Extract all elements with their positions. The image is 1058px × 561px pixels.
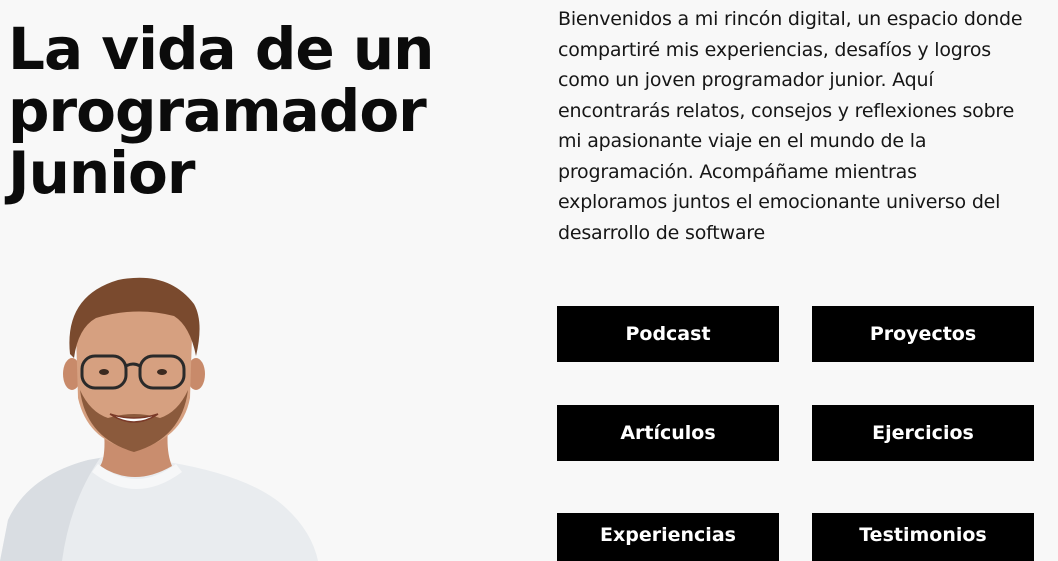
page-title-line-3: Junior — [8, 139, 196, 207]
experiences-button[interactable]: Experiencias — [557, 513, 779, 561]
articles-button[interactable]: Artículos — [557, 405, 779, 461]
exercises-button[interactable]: Ejercicios — [812, 405, 1034, 461]
portrait-photo — [0, 277, 318, 561]
page-title-line-2: programador — [8, 77, 427, 145]
page-title: La vida de un programador Junior — [8, 18, 478, 204]
testimonials-button[interactable]: Testimonios — [812, 513, 1034, 561]
person-portrait-icon — [0, 277, 318, 561]
intro-paragraph: Bienvenidos a mi rincón digital, un espa… — [558, 8, 1023, 244]
main-navigation: Podcast Proyectos Artículos Ejercicios E… — [557, 306, 1034, 561]
page-title-line-1: La vida de un — [8, 15, 434, 83]
podcast-button[interactable]: Podcast — [557, 306, 779, 362]
projects-button[interactable]: Proyectos — [812, 306, 1034, 362]
